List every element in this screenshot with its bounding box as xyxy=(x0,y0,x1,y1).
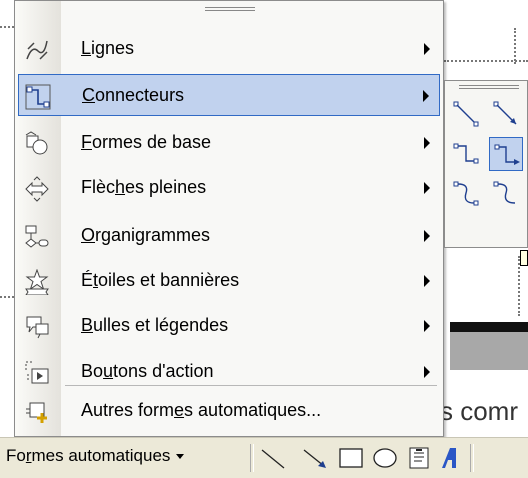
flowchart-icon xyxy=(24,224,50,250)
page-margin-guide xyxy=(514,28,517,64)
toolbar-separator xyxy=(250,444,254,472)
curved-arrow-connector-button[interactable] xyxy=(489,177,523,211)
submenu-drag-handle[interactable] xyxy=(459,85,519,91)
menu-item-label: Connecteurs xyxy=(82,85,185,105)
menu-item-formes-de-base[interactable]: Formes de base xyxy=(18,122,440,164)
menu-item-label: Flèches pleines xyxy=(81,177,207,197)
menu-item-lignes[interactable]: Lignes xyxy=(18,28,440,70)
straight-connector-button[interactable] xyxy=(449,97,483,131)
action-buttons-icon xyxy=(24,360,50,386)
menu-item-label: Autres formes automatiques... xyxy=(81,400,322,420)
elbow-arrow-connector-icon xyxy=(494,144,520,165)
submenu-arrow-icon xyxy=(423,90,429,102)
menu-item-label: Étoiles et bannières xyxy=(81,270,240,290)
menu-item-bulles-et-legendes[interactable]: Bulles et légendes xyxy=(18,305,440,347)
tooltip xyxy=(520,250,528,266)
connectors-icon xyxy=(25,84,51,110)
menu-item-organigrammes[interactable]: Organigrammes xyxy=(18,215,440,257)
straight-arrow-connector-button[interactable] xyxy=(489,97,523,131)
menu-drag-handle[interactable] xyxy=(205,7,255,15)
autoshapes-menu: Lignes Connecteurs Formes de base Flèche… xyxy=(14,0,444,437)
menu-item-etoiles-et-bannieres[interactable]: Étoiles et bannières xyxy=(18,260,440,302)
arrow-tool-button[interactable] xyxy=(300,444,330,472)
oval-tool-button[interactable] xyxy=(370,444,400,472)
toolbar-separator xyxy=(470,444,474,472)
curved-connector-button[interactable] xyxy=(449,177,483,211)
arrow-icon xyxy=(303,449,326,468)
menu-item-autres-formes-automatiques[interactable]: Autres formes automatiques... xyxy=(18,390,440,432)
menu-item-label: Bulles et légendes xyxy=(81,315,229,335)
straight-connector-icon xyxy=(453,101,479,127)
curved-connector-icon xyxy=(453,181,479,206)
text-box-icon xyxy=(409,447,429,469)
lines-icon xyxy=(24,37,50,63)
menu-item-label: Organigrammes xyxy=(81,225,211,245)
menu-item-label: Boutons d'action xyxy=(81,361,214,381)
basic-shapes-icon xyxy=(24,131,50,157)
menu-separator xyxy=(65,385,437,386)
wordart-tool-button[interactable] xyxy=(436,444,466,472)
submenu-arrow-icon xyxy=(424,366,430,378)
block-arrows-icon xyxy=(24,176,50,202)
document-gray-band xyxy=(450,332,528,370)
line-tool-button[interactable] xyxy=(258,444,288,472)
submenu-arrow-icon xyxy=(424,137,430,149)
text-box-tool-button[interactable] xyxy=(404,444,434,472)
straight-arrow-connector-icon xyxy=(493,101,517,125)
drawing-toolbar: Formes automatiques xyxy=(0,437,528,478)
rectangle-tool-button[interactable] xyxy=(336,444,366,472)
connectors-submenu xyxy=(444,80,528,248)
line-icon xyxy=(261,449,285,469)
submenu-arrow-icon xyxy=(424,230,430,242)
autoshapes-label: Formes automatiques xyxy=(6,446,171,465)
menu-item-label: Formes de base xyxy=(81,132,212,152)
page-margin-guide xyxy=(0,296,14,299)
submenu-arrow-icon xyxy=(424,275,430,287)
menu-item-fleches-pleines[interactable]: Flèches pleines xyxy=(18,167,440,209)
menu-item-connecteurs[interactable]: Connecteurs xyxy=(18,74,440,116)
oval-icon xyxy=(373,448,397,468)
curved-arrow-connector-icon xyxy=(493,181,516,204)
more-autoshapes-icon xyxy=(24,399,50,425)
menu-item-label: Lignes xyxy=(81,38,135,58)
rectangle-icon xyxy=(339,448,363,468)
document-black-band xyxy=(450,322,528,332)
stars-banners-icon xyxy=(24,268,50,296)
menu-item-boutons-action[interactable]: Boutons d'action xyxy=(18,351,440,393)
autoshapes-dropdown-button[interactable]: Formes automatiques xyxy=(6,446,185,466)
elbow-connector-button[interactable] xyxy=(449,137,483,171)
wordart-icon xyxy=(442,448,456,468)
callouts-icon xyxy=(24,314,50,340)
submenu-arrow-icon xyxy=(424,320,430,332)
elbow-arrow-connector-button[interactable] xyxy=(489,137,523,171)
document-text: s comr xyxy=(440,396,518,426)
submenu-arrow-icon xyxy=(424,43,430,55)
chevron-down-icon xyxy=(176,454,185,460)
elbow-connector-icon xyxy=(453,143,479,164)
page-margin-guide xyxy=(0,26,14,29)
submenu-arrow-icon xyxy=(424,182,430,194)
